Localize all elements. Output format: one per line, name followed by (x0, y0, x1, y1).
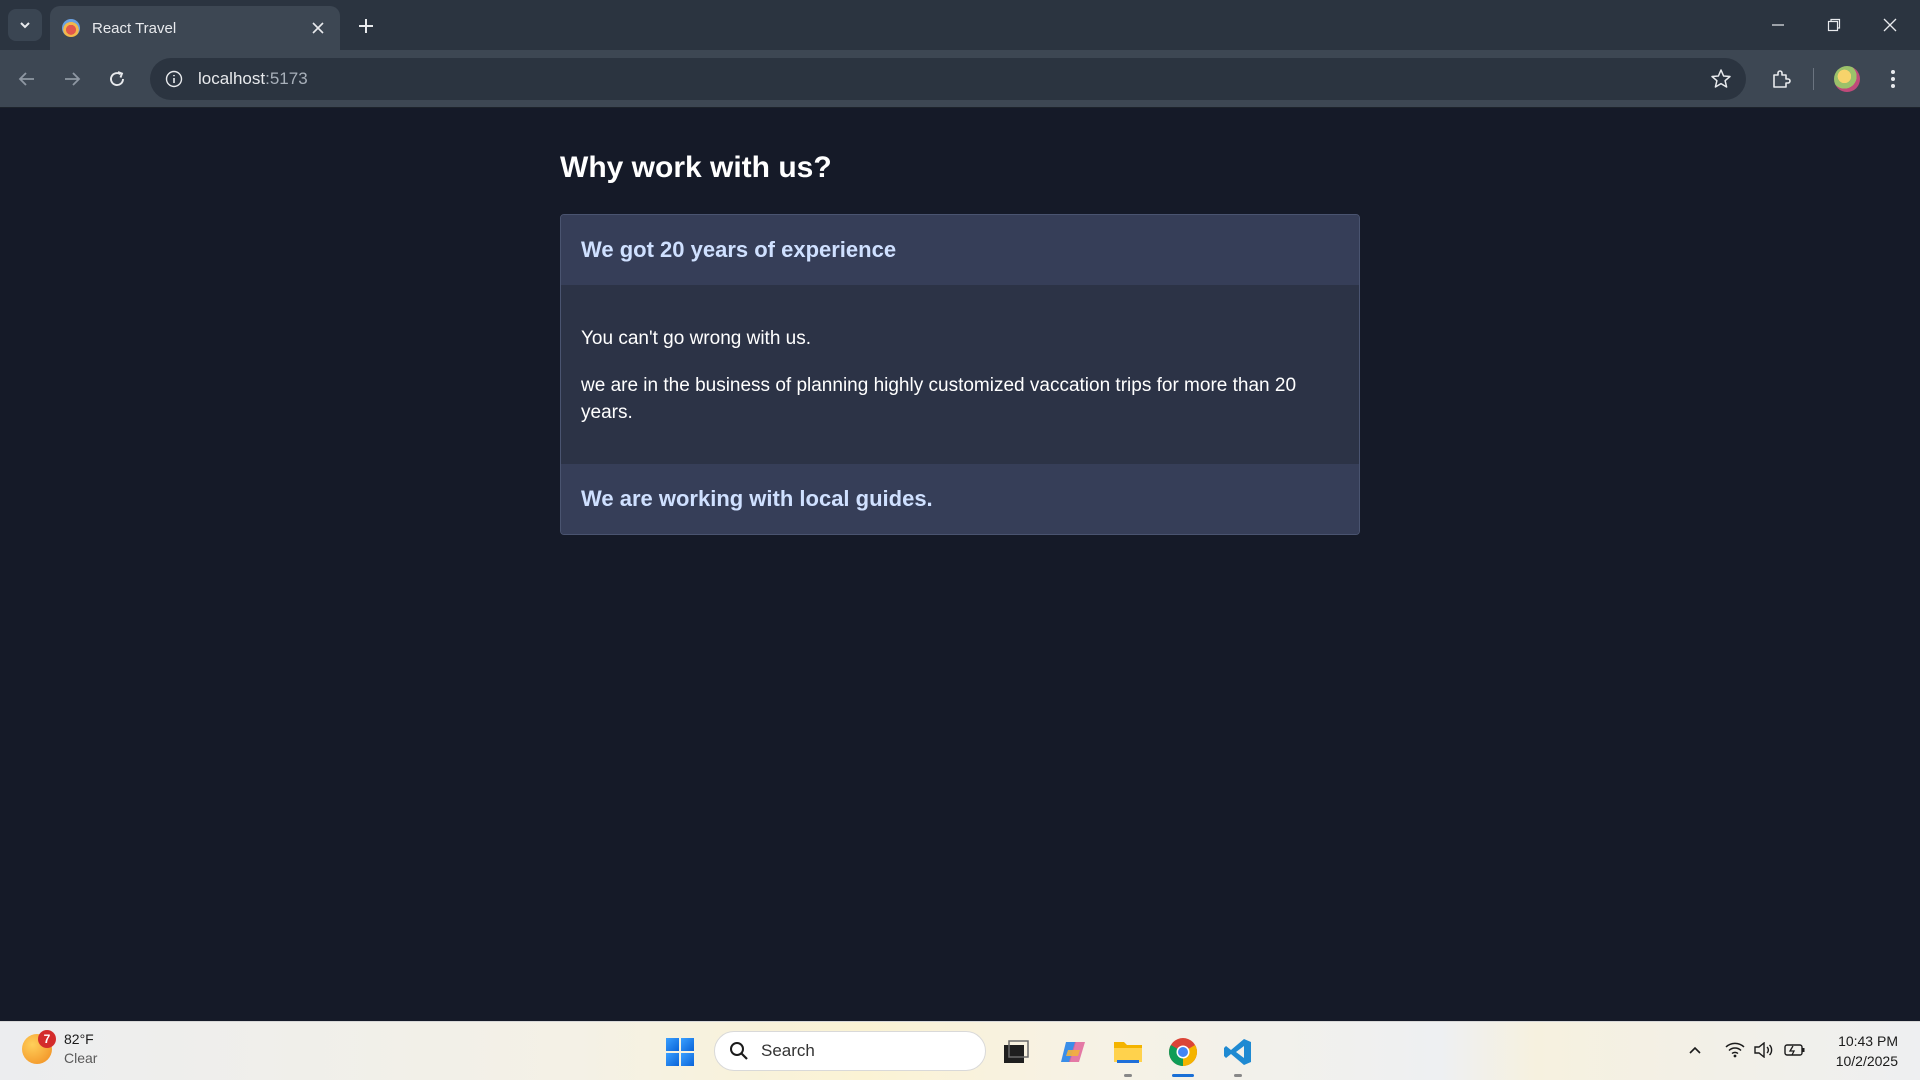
accordion-paragraph: we are in the business of planning highl… (581, 375, 1297, 423)
browser-tab-bar: React Travel (0, 0, 1920, 50)
battery-button[interactable] (1783, 1038, 1807, 1062)
tab-title: React Travel (92, 19, 177, 37)
file-explorer-button[interactable] (1108, 1032, 1148, 1072)
back-icon (18, 72, 34, 86)
weather-temperature: 82°F (64, 1031, 94, 1047)
back-button[interactable] (9, 61, 45, 97)
page-heading: Why work with us? (560, 151, 832, 184)
browser-tab[interactable]: React Travel (50, 6, 340, 50)
avatar (1834, 66, 1860, 92)
tab-close-button[interactable] (308, 18, 328, 38)
plus-icon (359, 19, 373, 33)
new-tab-button[interactable] (352, 12, 380, 40)
clock-time: 10:43 PM (1838, 1033, 1898, 1049)
accordion-panel-experience: You can't go wrong with us. we are in th… (561, 285, 1359, 464)
url-host: localhost (198, 69, 266, 88)
forward-button[interactable] (54, 61, 90, 97)
reload-button[interactable] (99, 61, 135, 97)
chevron-up-icon (1689, 1046, 1701, 1054)
page-viewport: Why work with us? We got 20 years of exp… (0, 109, 1920, 1021)
browser-toolbar: localhost:5173 (0, 50, 1920, 108)
accordion-item-experience: We got 20 years of experience You can't … (561, 215, 1359, 464)
vscode-button[interactable] (1218, 1032, 1258, 1072)
close-window-button[interactable] (1862, 0, 1918, 50)
info-icon[interactable] (164, 69, 184, 89)
battery-icon (1784, 1044, 1805, 1056)
vscode-icon (1224, 1039, 1251, 1065)
accordion-header-experience[interactable]: We got 20 years of experience (561, 215, 1359, 285)
clock-date: 10/2/2025 (1835, 1053, 1898, 1069)
chrome-button[interactable] (1163, 1032, 1203, 1072)
active-indicator (1172, 1074, 1194, 1077)
windows-icon (666, 1038, 694, 1066)
address-bar[interactable]: localhost:5173 (150, 58, 1746, 100)
chevron-down-icon (20, 22, 30, 29)
wifi-icon (1725, 1042, 1745, 1058)
copilot-button[interactable] (1053, 1032, 1093, 1072)
close-icon (1883, 18, 1897, 32)
copilot-icon (1061, 1042, 1085, 1062)
weather-badge: 7 (38, 1030, 56, 1048)
restore-icon (1827, 18, 1841, 32)
toolbar-divider (1813, 68, 1814, 90)
star-icon[interactable] (1710, 68, 1732, 90)
task-view-button[interactable] (996, 1032, 1036, 1072)
react-travel-favicon-icon (62, 19, 80, 37)
url-text: localhost:5173 (198, 69, 308, 89)
forward-icon (65, 72, 81, 86)
minimize-icon (1772, 24, 1784, 26)
profile-button[interactable] (1829, 61, 1865, 97)
tab-search-button[interactable] (8, 9, 42, 41)
show-hidden-icons-button[interactable] (1683, 1038, 1707, 1062)
taskbar-search[interactable]: Search (714, 1031, 986, 1071)
close-icon (312, 22, 324, 34)
accordion-paragraph: You can't go wrong with us. (581, 328, 812, 349)
more-icon (1891, 70, 1895, 88)
weather-icon: 7 (22, 1030, 56, 1064)
menu-button[interactable] (1875, 61, 1911, 97)
file-explorer-icon (1114, 1042, 1142, 1063)
extensions-button[interactable] (1763, 61, 1799, 97)
weather-condition: Clear (64, 1050, 98, 1066)
taskbar-search-label: Search (761, 1041, 815, 1060)
chrome-icon (1169, 1038, 1197, 1066)
taskbar-clock[interactable]: 10:43 PM 10/2/2025 (1836, 1031, 1898, 1071)
weather-widget[interactable]: 7 82°F Clear (22, 1030, 97, 1068)
accordion: We got 20 years of experience You can't … (560, 214, 1360, 535)
restore-button[interactable] (1806, 0, 1862, 50)
search-icon (730, 1042, 748, 1060)
volume-button[interactable] (1751, 1038, 1775, 1062)
extensions-icon (1773, 70, 1791, 88)
running-indicator (1234, 1074, 1242, 1077)
taskbar: 7 82°F Clear Search 10:43 PM 10/2/2025 (0, 1021, 1920, 1080)
reload-icon (110, 71, 124, 86)
running-indicator (1124, 1074, 1132, 1077)
accordion-header-local-guides[interactable]: We are working with local guides. (561, 464, 1359, 534)
task-view-icon (1004, 1040, 1029, 1063)
accordion-item-local-guides: We are working with local guides. (561, 464, 1359, 534)
start-button[interactable] (660, 1032, 700, 1072)
network-button[interactable] (1723, 1038, 1747, 1062)
url-port: :5173 (265, 69, 308, 88)
minimize-button[interactable] (1750, 0, 1806, 50)
volume-icon (1754, 1042, 1773, 1058)
